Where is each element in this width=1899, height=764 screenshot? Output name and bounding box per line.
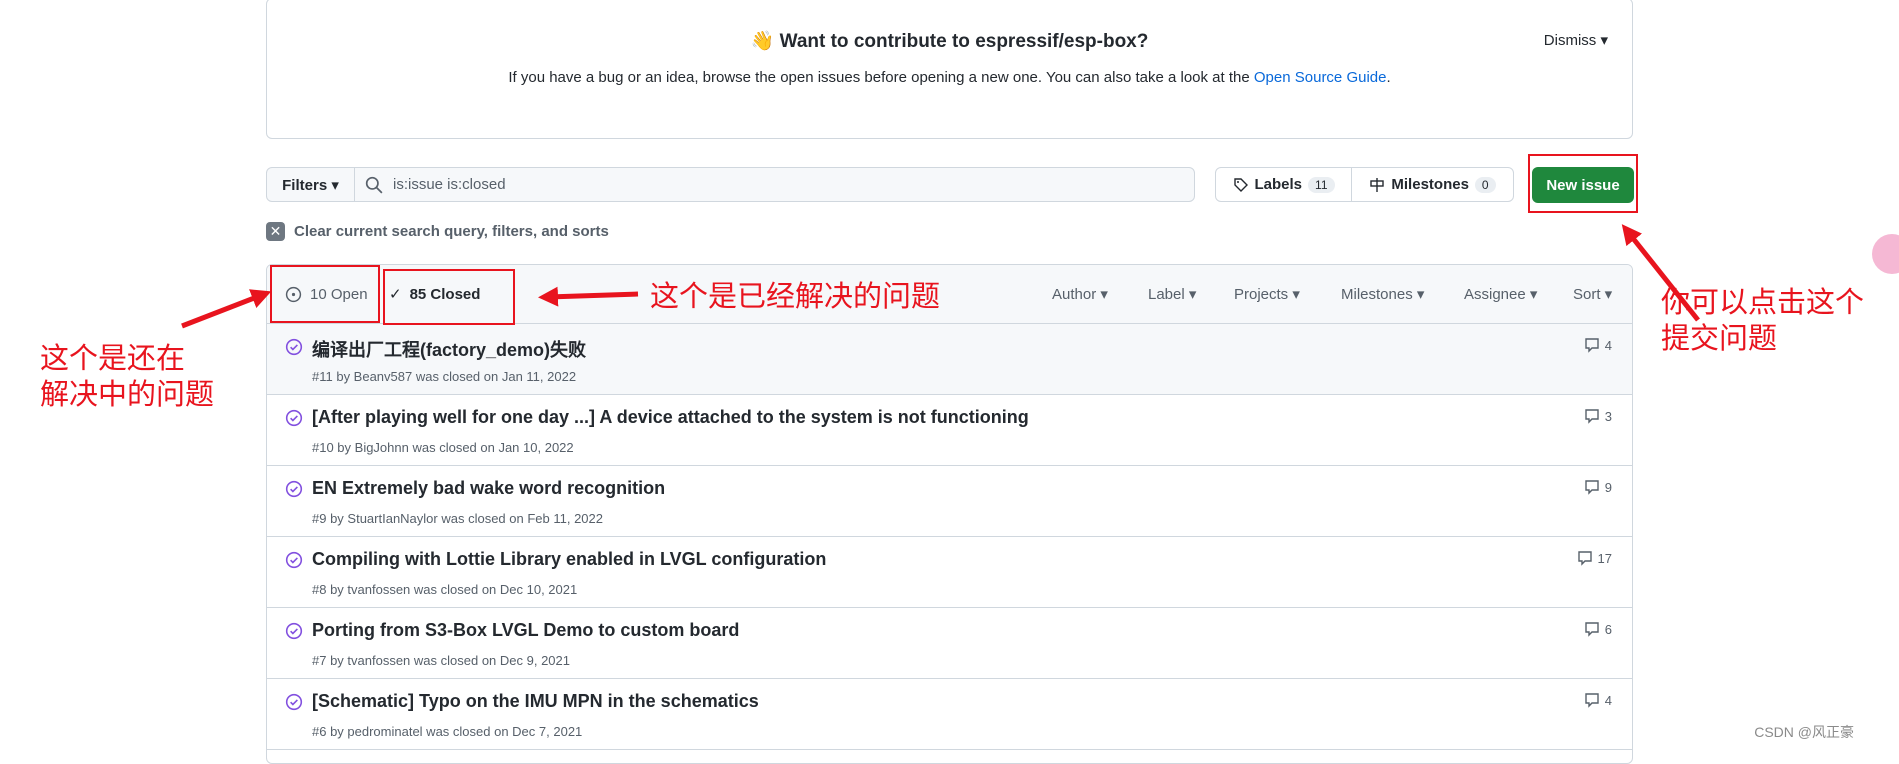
annotation-arrows bbox=[181, 224, 1700, 329]
annotation-closed: 这个是已经解决的问题 bbox=[650, 279, 941, 313]
annotation-open: 这个是还在 解决中的问题 bbox=[40, 341, 215, 411]
arrow-to-open bbox=[181, 289, 272, 329]
watermark: CSDN @风正豪 bbox=[1754, 724, 1854, 740]
annotation-new-issue: 你可以点击这个 提交问题 bbox=[1661, 285, 1865, 355]
arrow-to-closed bbox=[538, 286, 639, 307]
